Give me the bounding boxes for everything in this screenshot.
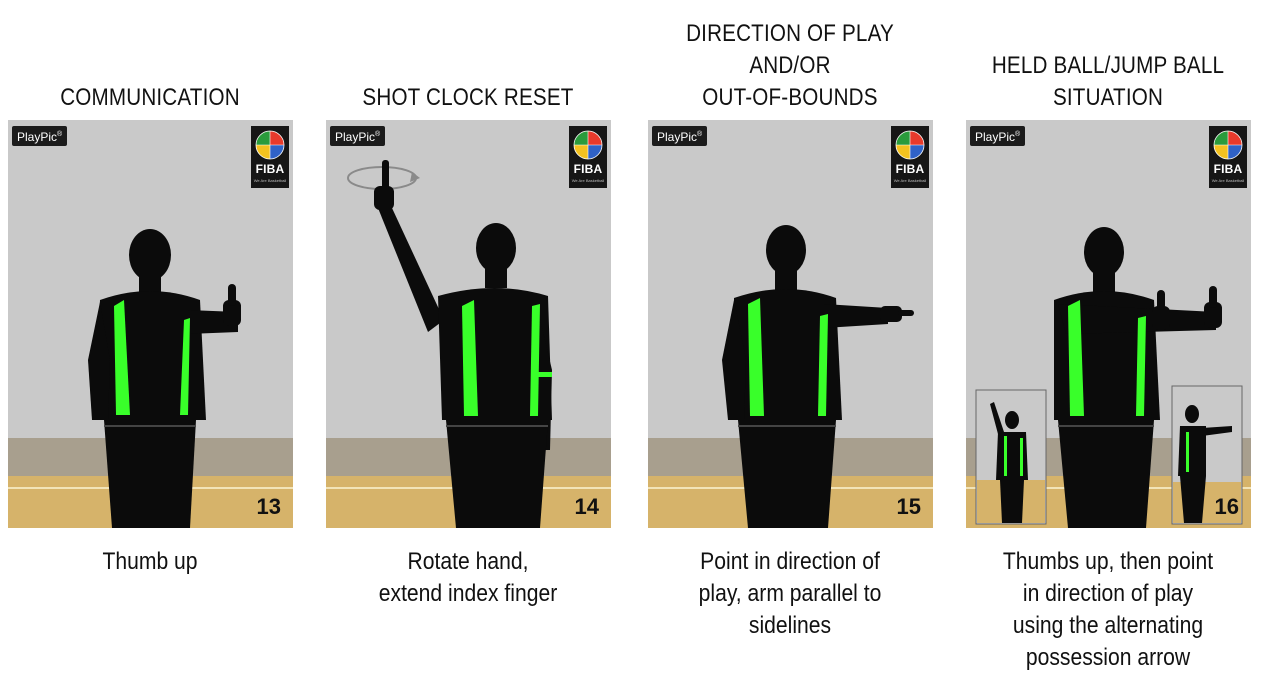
signal-card: PlayPic® FIBA We Are Basketball 14: [326, 120, 611, 528]
signal-description: Point in direction of play, arm parallel…: [698, 548, 882, 639]
signal-card: PlayPic® FIBA We Are Basketball 15: [648, 120, 933, 528]
brand-badge: PlayPic®: [652, 126, 708, 146]
signal-held-ball: HELD BALL/JUMP BALL SITUATION PlayPic® F…: [958, 0, 1258, 684]
signal-number: 15: [896, 494, 921, 519]
brand-badge: PlayPic®: [12, 126, 68, 146]
fiba-logo: FIBA We Are Basketball: [891, 126, 929, 188]
signal-direction-of-play: DIRECTION OF PLAY AND/OR OUT-OF-BOUNDS P…: [640, 0, 940, 684]
fiba-globe-icon: [1213, 130, 1243, 160]
fiba-globe-icon: [895, 130, 925, 160]
fiba-logo: FIBA We Are Basketball: [569, 126, 607, 188]
signal-title: COMMUNICATION: [60, 84, 240, 111]
signal-description: Thumbs up, then point in direction of pl…: [1002, 548, 1214, 671]
fiba-logo: FIBA We Are Basketball: [251, 126, 289, 188]
fiba-globe-icon: [255, 130, 285, 160]
fiba-logo: FIBA We Are Basketball: [1209, 126, 1247, 188]
signal-title: SHOT CLOCK RESET: [362, 84, 574, 111]
signal-number: 14: [574, 494, 599, 519]
fiba-globe-icon: [573, 130, 603, 160]
signal-card: PlayPic® FIBA We Are Basketball 13: [8, 120, 293, 528]
signal-number: 16: [1214, 494, 1239, 519]
brand-badge: PlayPic®: [970, 126, 1026, 146]
brand-badge: PlayPic®: [330, 126, 386, 146]
signal-card: PlayPic® FIBA We Are Basketball 16: [966, 120, 1251, 528]
signal-number: 13: [256, 494, 281, 519]
signal-shot-clock-reset: SHOT CLOCK RESET PlayPic® FIBA We Are Ba…: [318, 0, 618, 684]
inset-raised-arm: [975, 389, 1047, 525]
signal-title: DIRECTION OF PLAY AND/OR OUT-OF-BOUNDS: [686, 20, 894, 111]
signal-description: Rotate hand, extend index finger: [378, 548, 558, 607]
signal-title: HELD BALL/JUMP BALL SITUATION: [991, 52, 1225, 111]
signal-communication: COMMUNICATION PlayPic® FIBA We Are Baske…: [0, 0, 300, 684]
signal-description: Thumb up: [102, 548, 198, 575]
